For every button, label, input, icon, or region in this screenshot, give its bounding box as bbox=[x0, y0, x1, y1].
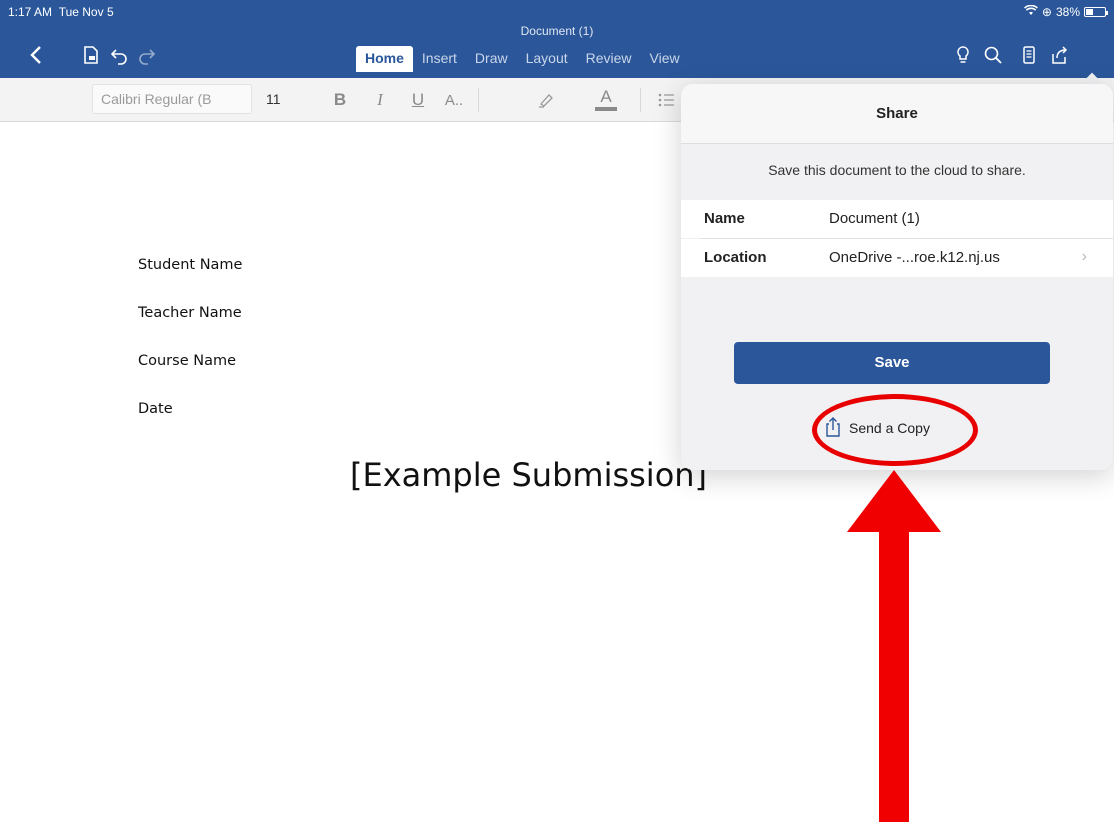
redo-icon[interactable] bbox=[134, 42, 160, 68]
student-name-line[interactable]: Student Name bbox=[138, 257, 242, 273]
battery-icon bbox=[1084, 7, 1108, 17]
tab-view[interactable]: View bbox=[641, 46, 689, 72]
highlighter-icon[interactable] bbox=[532, 86, 560, 114]
ribbon-divider-2 bbox=[640, 88, 641, 112]
word-app: 1:17 AM Tue Nov 5 ⊕ 38% Document (1) Hom… bbox=[0, 0, 1114, 822]
font-color-button[interactable]: A bbox=[592, 86, 620, 114]
tab-draw[interactable]: Draw bbox=[466, 46, 517, 72]
status-indicators: ⊕ 38% bbox=[1023, 4, 1108, 19]
name-value[interactable]: Document (1) bbox=[829, 210, 920, 227]
share-title: Share bbox=[681, 84, 1113, 144]
location-value: OneDrive -...roe.k12.nj.us bbox=[829, 249, 1000, 266]
tab-layout[interactable]: Layout bbox=[517, 46, 577, 72]
teacher-name-line[interactable]: Teacher Name bbox=[138, 305, 242, 321]
bullets-icon[interactable] bbox=[652, 86, 680, 114]
highlight-circle-annotation bbox=[812, 394, 978, 466]
tab-review[interactable]: Review bbox=[577, 46, 641, 72]
chevron-right-icon: › bbox=[1081, 248, 1087, 265]
search-icon[interactable] bbox=[980, 42, 1006, 68]
ribbon-tabs: Home Insert Draw Layout Review View bbox=[356, 46, 689, 72]
underline-button[interactable]: U bbox=[404, 86, 432, 114]
font-name-field[interactable]: Calibri Regular (B bbox=[92, 84, 252, 114]
name-label: Name bbox=[704, 210, 745, 227]
font-color-label: A bbox=[600, 86, 612, 106]
date-line[interactable]: Date bbox=[138, 401, 173, 417]
undo-icon[interactable] bbox=[106, 42, 132, 68]
location-row[interactable]: Location OneDrive -...roe.k12.nj.us › bbox=[681, 239, 1113, 277]
bold-button[interactable]: B bbox=[326, 86, 354, 114]
location-icon: ⊕ bbox=[1041, 5, 1052, 19]
tab-home[interactable]: Home bbox=[356, 46, 413, 72]
italic-button[interactable]: I bbox=[366, 86, 394, 114]
share-description: Save this document to the cloud to share… bbox=[768, 162, 1026, 178]
font-color-swatch bbox=[595, 106, 617, 111]
lightbulb-icon[interactable] bbox=[950, 42, 976, 68]
text-effects-button[interactable]: A.. bbox=[440, 86, 468, 114]
save-button[interactable]: Save bbox=[734, 342, 1050, 384]
red-arrow-shaft-annotation bbox=[879, 530, 909, 822]
red-arrow-head-annotation bbox=[847, 470, 941, 532]
tab-insert[interactable]: Insert bbox=[413, 46, 466, 72]
status-clock: 1:17 AM bbox=[8, 5, 53, 19]
example-submission-text: [Example Submission] bbox=[350, 456, 708, 494]
course-name-line[interactable]: Course Name bbox=[138, 353, 236, 369]
document-title: Document (1) bbox=[520, 24, 594, 38]
share-icon[interactable] bbox=[1046, 42, 1072, 68]
ribbon-divider bbox=[478, 88, 479, 112]
name-row[interactable]: Name Document (1) bbox=[681, 200, 1113, 238]
location-label: Location bbox=[704, 249, 767, 266]
reading-view-icon[interactable] bbox=[1016, 42, 1042, 68]
font-size-field[interactable]: 11 bbox=[254, 84, 298, 114]
status-time: 1:17 AM Tue Nov 5 bbox=[8, 5, 114, 19]
file-icon[interactable] bbox=[78, 42, 104, 68]
top-bar: 1:17 AM Tue Nov 5 ⊕ 38% Document (1) Hom… bbox=[0, 0, 1114, 78]
status-date: Tue Nov 5 bbox=[58, 5, 114, 19]
wifi-icon bbox=[1023, 4, 1038, 19]
back-icon[interactable] bbox=[24, 42, 50, 68]
battery-fill bbox=[1086, 9, 1093, 15]
battery-percent: 38% bbox=[1055, 5, 1080, 19]
